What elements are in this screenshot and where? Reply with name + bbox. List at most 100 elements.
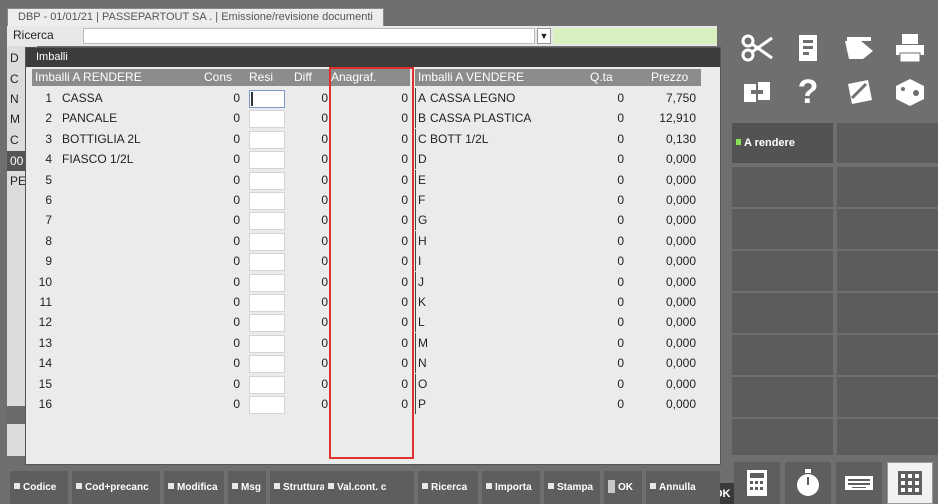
- dropdown-arrow-icon[interactable]: ▼: [537, 28, 551, 44]
- side-slot[interactable]: [837, 123, 938, 163]
- side-slot[interactable]: [732, 335, 833, 375]
- side-slot[interactable]: [732, 293, 833, 333]
- cons-value: 0: [233, 274, 240, 289]
- prezzo-value: 0,000: [665, 315, 696, 330]
- resi-input[interactable]: [249, 232, 285, 251]
- render-item-name: PANCALE: [62, 111, 118, 126]
- row-number: 10: [38, 274, 52, 289]
- vendere-letter: J: [418, 274, 424, 289]
- window-switch-icon[interactable]: [734, 71, 780, 113]
- render-item-name: CASSA: [62, 91, 103, 105]
- col-header-render: Imballi A RENDERE: [35, 70, 142, 84]
- cons-value: 0: [233, 335, 240, 350]
- resi-input[interactable]: [249, 273, 285, 292]
- eraser-icon[interactable]: [836, 27, 882, 69]
- prezzo-value: 0,000: [665, 295, 696, 309]
- printer-icon[interactable]: [887, 27, 933, 69]
- side-slot[interactable]: [837, 209, 938, 249]
- cons-value: 0: [233, 172, 240, 187]
- qta-value: 0: [617, 111, 624, 126]
- resi-input[interactable]: [249, 110, 285, 129]
- fkey-ricerca[interactable]: Ricerca: [418, 471, 478, 504]
- stopwatch-icon[interactable]: [785, 462, 831, 504]
- a-rendere-button[interactable]: A rendere: [732, 123, 833, 163]
- calculator-icon[interactable]: [734, 462, 780, 504]
- side-slot[interactable]: [837, 377, 938, 417]
- fkey-codice[interactable]: Codice: [10, 471, 68, 504]
- row-number: 16: [38, 397, 52, 411]
- dice-icon[interactable]: [887, 71, 933, 113]
- side-slot[interactable]: [837, 293, 938, 333]
- diff-value: 0: [321, 172, 328, 187]
- help-icon[interactable]: ?: [785, 71, 831, 113]
- resi-input[interactable]: [249, 192, 285, 210]
- paste-icon[interactable]: [785, 27, 831, 69]
- fkey-annulla[interactable]: Annulla: [646, 471, 720, 504]
- window-titlebar: DBP - 01/01/21 | PASSEPARTOUT SA . | Emi…: [0, 0, 938, 26]
- side-slot[interactable]: [837, 251, 938, 291]
- prezzo-value: 12,910: [659, 111, 696, 126]
- prezzo-value: 0,000: [665, 213, 696, 228]
- diff-value: 0: [321, 397, 328, 411]
- scissors-icon[interactable]: [734, 27, 780, 69]
- fkey-msg[interactable]: Msg: [228, 471, 266, 504]
- resi-input[interactable]: [249, 355, 285, 374]
- side-slot[interactable]: [732, 251, 833, 291]
- resi-input[interactable]: [249, 375, 285, 394]
- vendere-letter: B: [418, 111, 427, 126]
- vendere-item-name: CASSA PLASTICA: [430, 111, 532, 126]
- cons-value: 0: [233, 397, 240, 411]
- fkey-stampa[interactable]: Stampa: [544, 471, 600, 504]
- fkey-modifica[interactable]: Modifica: [164, 471, 224, 504]
- side-slot[interactable]: [837, 167, 938, 207]
- row-number: 8: [45, 233, 52, 248]
- fkey-cod-precanc[interactable]: Cod+precanc: [72, 471, 160, 504]
- vendere-letter: O: [418, 376, 428, 391]
- render-item-name: FIASCO 1/2L: [62, 152, 134, 167]
- cons-value: 0: [233, 376, 240, 391]
- resi-input[interactable]: [249, 253, 285, 272]
- cons-value: 0: [233, 193, 240, 207]
- vendere-letter: A: [418, 91, 427, 105]
- prezzo-value: 0,000: [665, 193, 696, 207]
- render-item-name: BOTTIGLIA 2L: [62, 131, 141, 146]
- resi-input[interactable]: [249, 90, 285, 108]
- resi-input[interactable]: [249, 314, 285, 333]
- qta-value: 0: [617, 91, 624, 105]
- resi-input[interactable]: [249, 130, 285, 149]
- row-number: 6: [45, 193, 52, 207]
- diff-value: 0: [321, 254, 328, 269]
- search-label: Ricerca: [13, 28, 54, 42]
- side-slot[interactable]: [732, 377, 833, 417]
- resi-input[interactable]: [249, 294, 285, 312]
- grid-menu-icon[interactable]: [887, 462, 933, 504]
- keyboard-icon[interactable]: [836, 462, 882, 504]
- diff-value: 0: [321, 274, 328, 289]
- resi-input[interactable]: [249, 212, 285, 231]
- cons-value: 0: [233, 315, 240, 330]
- edit-note-icon[interactable]: [836, 71, 882, 113]
- resi-input[interactable]: [249, 171, 285, 190]
- prezzo-value: 7,750: [665, 91, 696, 105]
- resi-input[interactable]: [249, 334, 285, 353]
- qta-value: 0: [617, 172, 624, 187]
- resi-input[interactable]: [249, 151, 285, 170]
- cons-value: 0: [233, 91, 240, 105]
- vendere-letter: N: [418, 356, 427, 371]
- side-slot[interactable]: [732, 419, 833, 455]
- vendere-item-name: BOTT 1/2L: [430, 131, 489, 146]
- row-number: 12: [38, 315, 52, 330]
- fkey-struttura[interactable]: Struttura: [270, 471, 324, 504]
- row-number: 13: [38, 335, 52, 350]
- cons-value: 0: [233, 356, 240, 371]
- side-slot[interactable]: [732, 167, 833, 207]
- side-slot[interactable]: [732, 209, 833, 249]
- fkey-val-cont[interactable]: Val.cont. c: [324, 471, 414, 504]
- row-number: 15: [38, 376, 52, 391]
- resi-input[interactable]: [249, 396, 285, 414]
- fkey-ok[interactable]: OK: [604, 471, 642, 504]
- search-input[interactable]: [83, 28, 535, 44]
- side-slot[interactable]: [837, 335, 938, 375]
- side-slot[interactable]: [837, 419, 938, 455]
- fkey-importa[interactable]: Importa: [482, 471, 540, 504]
